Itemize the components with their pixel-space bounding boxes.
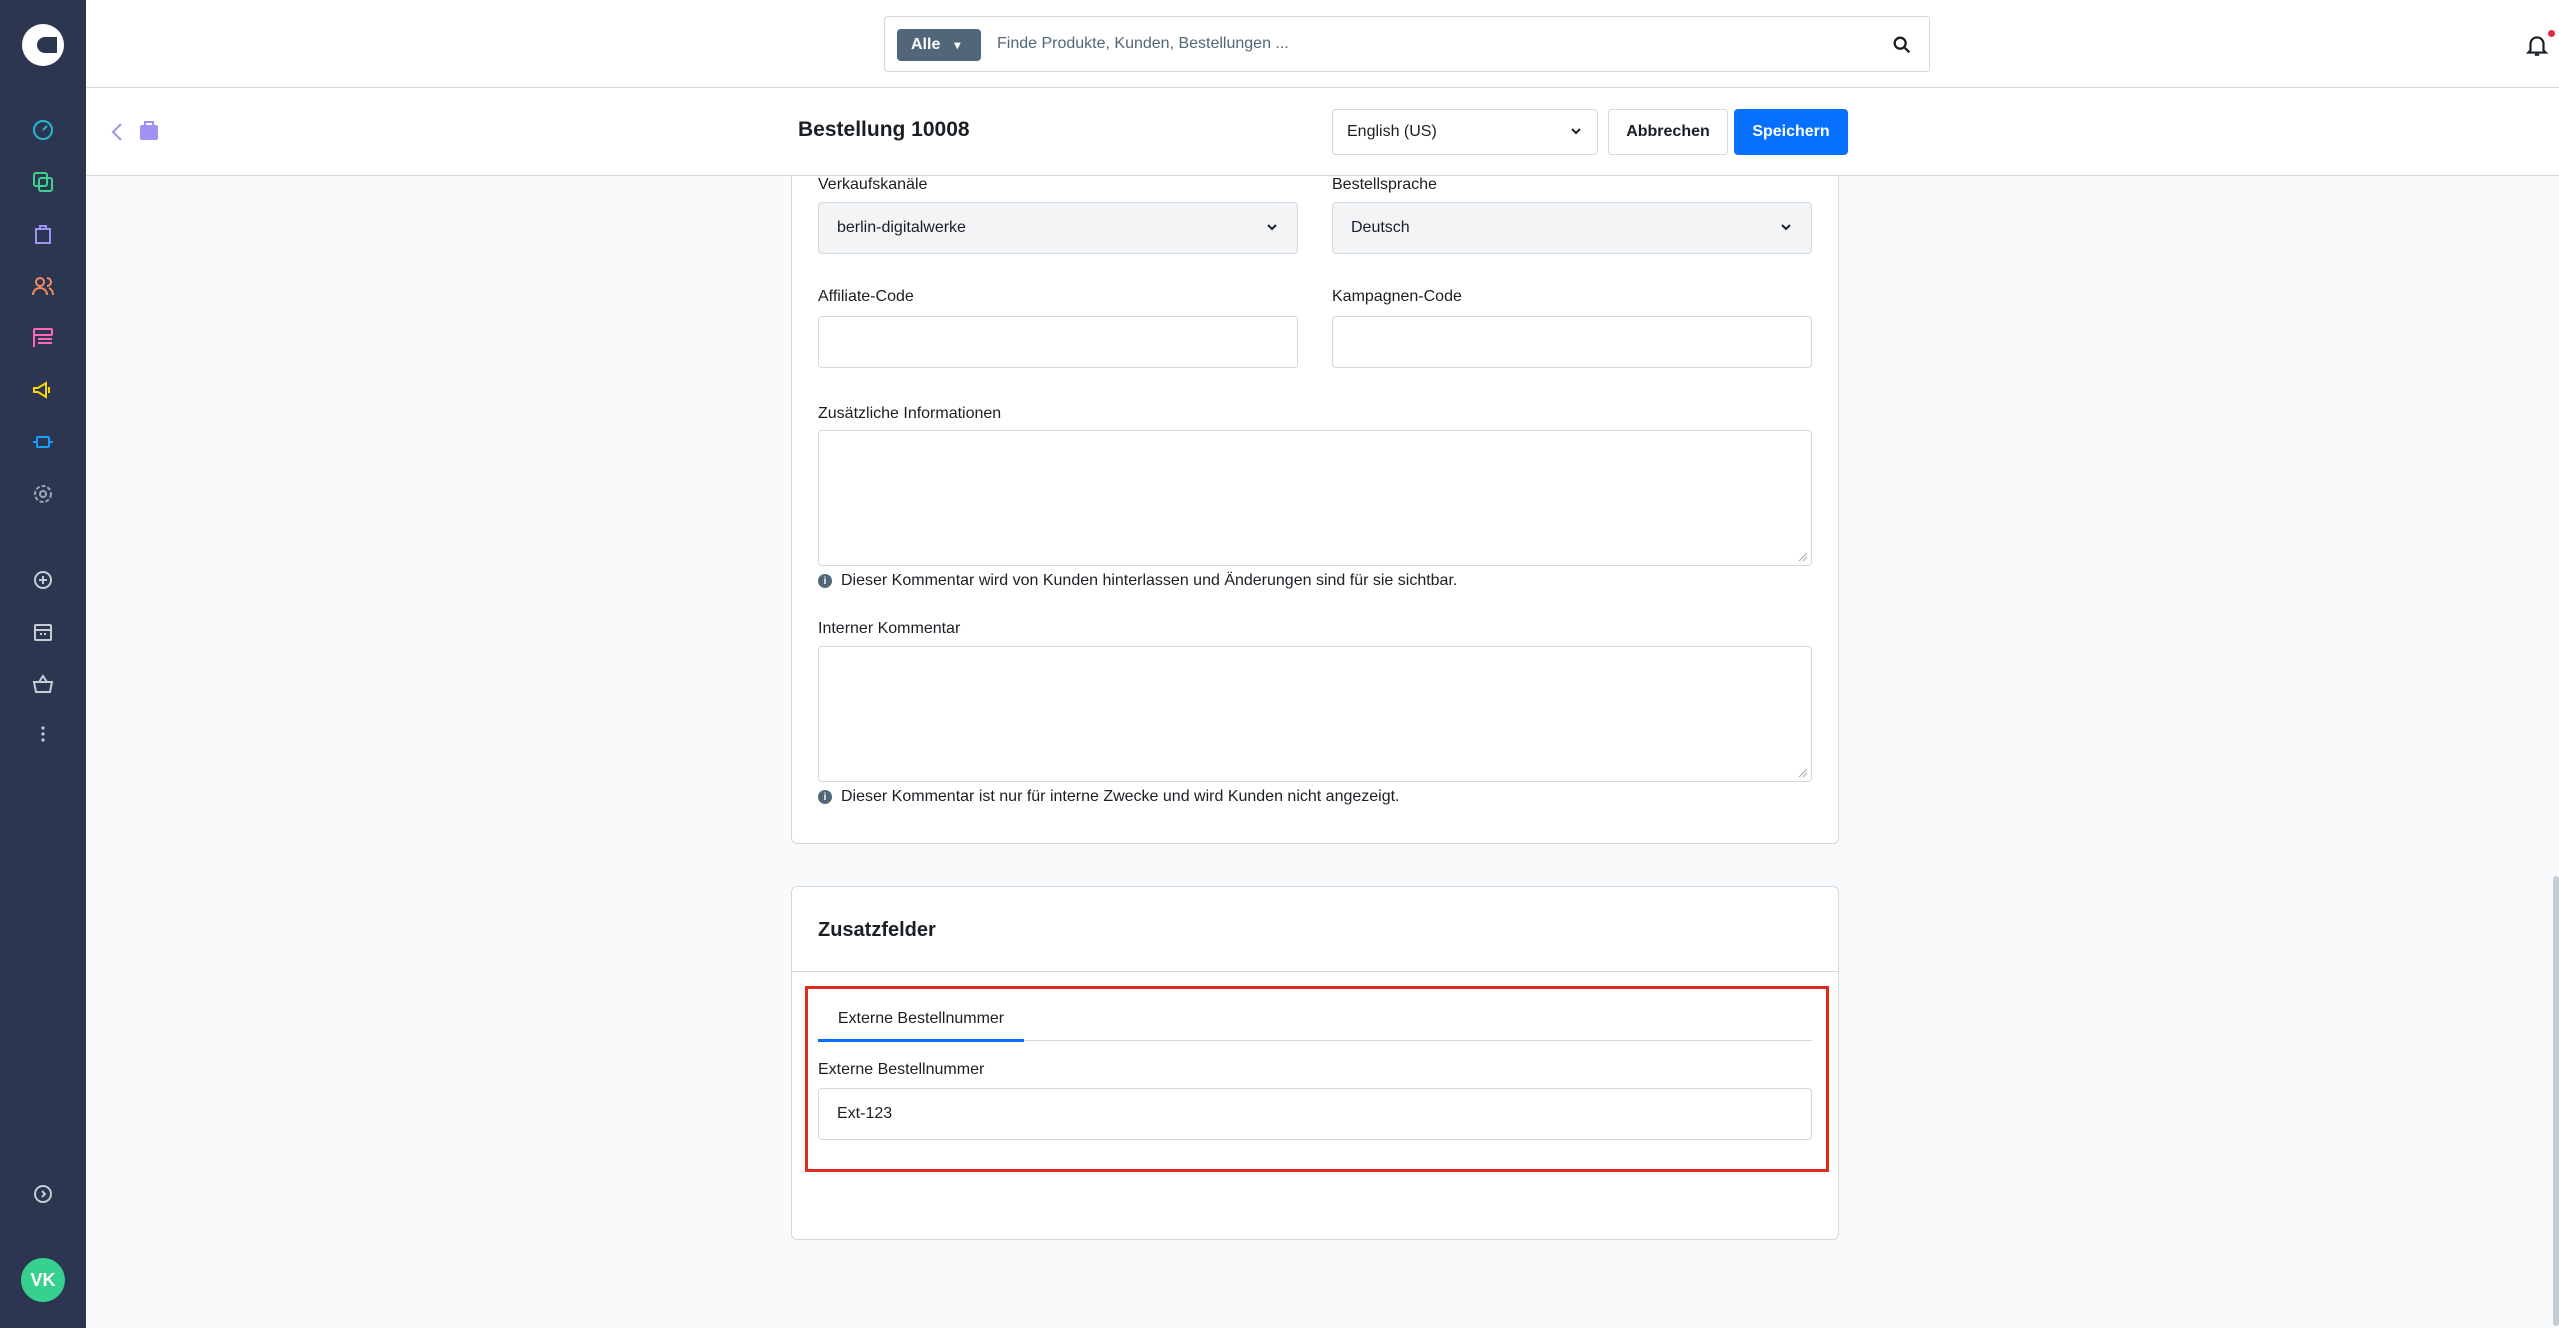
- order-details-card: Verkaufskanäle berlin-digitalwerke Beste…: [791, 176, 1839, 844]
- page-title: Bestellung 10008: [798, 118, 970, 141]
- info-icon: i: [818, 790, 832, 804]
- avatar[interactable]: VK: [21, 1258, 65, 1302]
- search-icon[interactable]: [1891, 34, 1913, 56]
- shopware-logo[interactable]: [22, 24, 64, 66]
- internal-comment-label: Interner Kommentar: [818, 620, 961, 637]
- campaign-code-input[interactable]: [1332, 316, 1812, 368]
- orders-icon[interactable]: [29, 220, 57, 248]
- tab-external-order-number[interactable]: Externe Bestellnummer: [818, 1007, 1024, 1042]
- additional-info-textarea[interactable]: [818, 430, 1812, 566]
- sales-channel-label: Verkaufskanäle: [818, 176, 928, 193]
- sidebar: VK: [0, 0, 86, 1328]
- content-icon[interactable]: [29, 324, 57, 352]
- catalogues-icon[interactable]: [29, 168, 57, 196]
- chevron-down-icon: [1781, 224, 1791, 231]
- scrollbar[interactable]: [2553, 876, 2559, 1326]
- campaign-code-label: Kampagnen-Code: [1332, 288, 1462, 305]
- customers-icon[interactable]: [29, 272, 57, 300]
- search-input[interactable]: Finde Produkte, Kunden, Bestellungen ...: [997, 35, 1289, 53]
- internal-comment-hint-text: Dieser Kommentar ist nur für interne Zwe…: [841, 788, 1400, 805]
- chevron-down-icon: [1267, 224, 1277, 231]
- extensions-icon[interactable]: [29, 428, 57, 456]
- external-order-number-label: Externe Bestellnummer: [818, 1061, 985, 1078]
- more-icon[interactable]: [29, 720, 57, 748]
- order-language-value: Deutsch: [1351, 219, 1410, 236]
- dashboard-icon[interactable]: [29, 116, 57, 144]
- chevron-down-icon: ▾: [954, 38, 961, 52]
- custom-fields-card: Zusatzfelder Externe Bestellnummer Exter…: [791, 886, 1839, 1240]
- additional-info-hint-text: Dieser Kommentar wird von Kunden hinterl…: [841, 572, 1458, 589]
- global-search[interactable]: Alle ▾ Finde Produkte, Kunden, Bestellun…: [884, 16, 1930, 72]
- custom-fields-title: Zusatzfelder: [818, 919, 936, 941]
- back-arrow-icon[interactable]: [108, 120, 128, 144]
- chevron-down-icon: [1571, 128, 1581, 135]
- basket-icon[interactable]: [29, 670, 57, 698]
- sales-channel-select[interactable]: berlin-digitalwerke: [818, 202, 1298, 254]
- divider: [792, 971, 1838, 972]
- resize-handle-icon[interactable]: [1798, 552, 1808, 562]
- affiliate-code-input[interactable]: [818, 316, 1298, 368]
- info-icon: i: [818, 574, 832, 588]
- external-order-number-input[interactable]: Ext-123: [818, 1088, 1812, 1140]
- orders-module-icon: [140, 121, 158, 140]
- language-value: English (US): [1347, 123, 1437, 140]
- top-bar: Alle ▾ Finde Produkte, Kunden, Bestellun…: [86, 0, 2559, 88]
- save-button[interactable]: Speichern: [1734, 109, 1848, 155]
- search-type-dropdown[interactable]: Alle ▾: [897, 29, 981, 61]
- internal-comment-textarea[interactable]: [818, 646, 1812, 782]
- page-header: Bestellung 10008 English (US) Abbrechen …: [86, 88, 2559, 176]
- internal-comment-hint: i Dieser Kommentar ist nur für interne Z…: [818, 788, 1400, 806]
- settings-icon[interactable]: [29, 480, 57, 508]
- order-language-select[interactable]: Deutsch: [1332, 202, 1812, 254]
- marketing-icon[interactable]: [29, 376, 57, 404]
- additional-info-label: Zusätzliche Informationen: [818, 405, 1002, 422]
- sales-channel-icon[interactable]: [29, 618, 57, 646]
- sales-channel-value: berlin-digitalwerke: [837, 219, 966, 236]
- resize-handle-icon[interactable]: [1798, 768, 1808, 778]
- collapse-icon[interactable]: [29, 1180, 57, 1208]
- bell-icon[interactable]: [2524, 32, 2550, 58]
- additional-info-hint: i Dieser Kommentar wird von Kunden hinte…: [818, 572, 1457, 590]
- language-switch[interactable]: English (US): [1332, 109, 1598, 155]
- order-language-label: Bestellsprache: [1332, 176, 1437, 193]
- affiliate-code-label: Affiliate-Code: [818, 288, 914, 305]
- cancel-button[interactable]: Abbrechen: [1608, 109, 1728, 155]
- notification-badge: [2548, 30, 2555, 37]
- add-icon[interactable]: [29, 566, 57, 594]
- search-type-label: Alle: [911, 36, 941, 53]
